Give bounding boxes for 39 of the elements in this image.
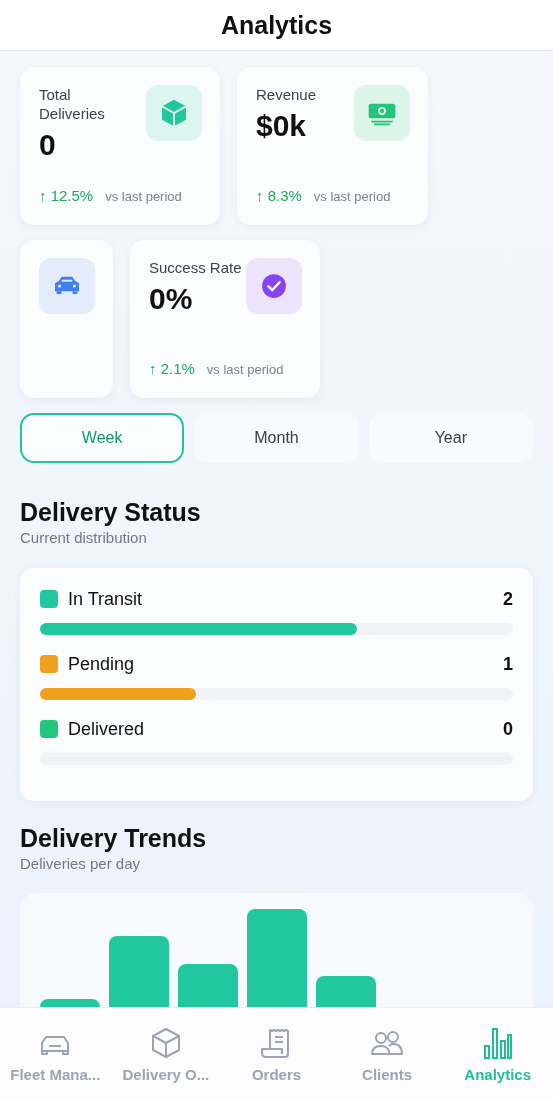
- stat-value: 0%: [149, 281, 194, 317]
- stat-label: Revenue: [256, 85, 317, 104]
- status-count: 2: [503, 587, 513, 611]
- stat-label: Total Deliveries: [39, 85, 106, 123]
- chart-bar: [316, 976, 376, 1007]
- tab-bar-item[interactable]: Fleet Mana...: [0, 1026, 111, 1100]
- status-label: In Transit: [68, 587, 143, 611]
- stat-value: 0: [39, 127, 57, 163]
- stat-label: Success Rate: [149, 258, 242, 277]
- period-tab[interactable]: Year: [368, 413, 533, 463]
- comparison-note: vs last period: [105, 187, 182, 206]
- change-value: ↑ 12.5%: [39, 185, 94, 206]
- status-count: 0: [503, 717, 513, 741]
- people-icon: [370, 1029, 405, 1057]
- screen-title: Analytics: [220, 10, 333, 40]
- bar-chart-icon: [482, 1027, 513, 1059]
- cube-icon: [150, 1027, 181, 1059]
- tab-bar-item[interactable]: Delivery O...: [110, 1026, 222, 1100]
- tab-bar-item[interactable]: Analytics: [442, 1026, 553, 1100]
- section-subtitle: Current distribution: [20, 528, 148, 548]
- period-tab[interactable]: Month: [194, 413, 359, 463]
- chart-bar: [178, 964, 238, 1007]
- period-tab[interactable]: Week: [20, 413, 185, 463]
- comparison-note: vs last period: [313, 187, 391, 206]
- section-title: Delivery Status: [20, 497, 202, 527]
- change-value: ↑ 8.3%: [256, 185, 302, 206]
- section-subtitle: Deliveries per day: [20, 853, 142, 874]
- change-value: ↑ 2.1%: [149, 358, 195, 379]
- checkmark-icon: [259, 271, 289, 301]
- tab-bar-item[interactable]: Clients: [331, 1026, 443, 1100]
- section-title: Delivery Trends: [20, 822, 208, 853]
- comparison-note: vs last period: [206, 360, 284, 379]
- stat-value: $0k: [256, 108, 308, 144]
- status-count: 1: [503, 652, 513, 676]
- chart-bar: [109, 936, 169, 1007]
- status-label: Delivered: [68, 717, 145, 741]
- tab-bar-item[interactable]: Orders: [221, 1026, 332, 1100]
- chart-bar: [40, 999, 100, 1007]
- status-label: Pending: [68, 652, 135, 676]
